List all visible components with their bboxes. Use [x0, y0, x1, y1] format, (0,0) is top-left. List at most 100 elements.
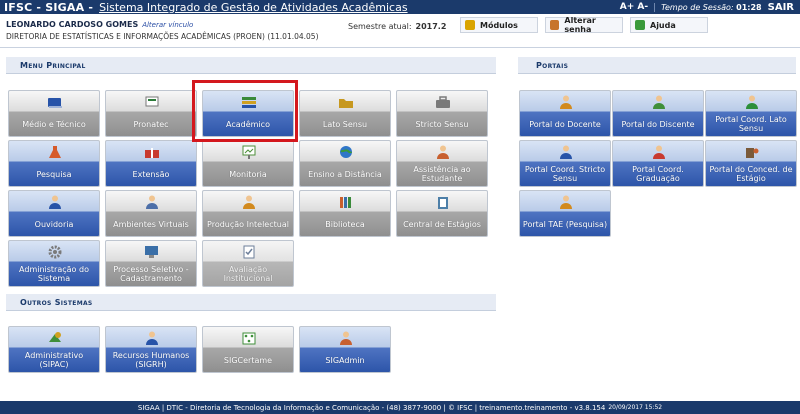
- tile-label: Pesquisa: [36, 169, 72, 179]
- briefcase-icon: [434, 94, 452, 110]
- certame-icon: [240, 330, 258, 346]
- tile-pronatec[interactable]: Pronatec: [105, 90, 197, 137]
- tile-extensao[interactable]: Extensão: [105, 140, 197, 187]
- tile-administracao-do-sistema[interactable]: Administração do Sistema: [8, 240, 100, 287]
- modules-icon: [465, 20, 475, 30]
- highlight-annotation: [192, 80, 298, 142]
- tile-ambientes-virtuais[interactable]: Ambientes Virtuais: [105, 190, 197, 237]
- change-password-button[interactable]: Alterar senha: [545, 16, 623, 34]
- tile-label: Ensino a Distância: [308, 169, 382, 179]
- student-icon: [434, 144, 452, 160]
- tile-label: Portal do Conced. de Estágio: [709, 165, 793, 183]
- tile-label: Biblioteca: [325, 219, 365, 229]
- company-icon: [743, 144, 761, 160]
- tile-label: SIGCertame: [223, 355, 273, 365]
- tile-label: Portal do Discente: [621, 119, 695, 129]
- tile-label: Avaliação Institucional: [223, 265, 273, 283]
- tile-portal-do-docente[interactable]: Portal do Docente: [519, 90, 611, 137]
- section-menu-principal: Menu Principal: [6, 57, 496, 74]
- tile-label: Médio e Técnico: [22, 119, 86, 129]
- system-subtitle[interactable]: Sistema Integrado de Gestão de Atividade…: [99, 1, 407, 14]
- user-unit: DIRETORIA DE ESTATÍSTICAS E INFORMAÇÕES …: [6, 32, 319, 41]
- tile-portal-coord-lato-sensu[interactable]: Portal Coord. Lato Sensu: [705, 90, 797, 137]
- tile-label: Assistência ao Estudante: [413, 165, 471, 183]
- logout-button[interactable]: SAIR: [768, 2, 794, 13]
- tile-label: Portal do Docente: [529, 119, 601, 129]
- form-check-icon: [240, 244, 258, 260]
- tile-label: Recursos Humanos (SIGRH): [112, 351, 190, 369]
- tile-portal-tae-pesquisa[interactable]: Portal TAE (Pesquisa): [519, 190, 611, 237]
- tile-monitoria[interactable]: Monitoria: [202, 140, 294, 187]
- tile-portal-coord-stricto-sensu[interactable]: Portal Coord. Stricto Sensu: [519, 140, 611, 187]
- footer: SIGAA | DTIC - Diretoria de Tecnologia d…: [0, 401, 800, 414]
- user-bar: LEONARDO CARDOSO GOMES Alterar vínculo DI…: [0, 14, 800, 48]
- tile-avaliacao-institucional[interactable]: Avaliação Institucional: [202, 240, 294, 287]
- book-icon: [46, 94, 64, 110]
- tile-label: Produção Intelectual: [207, 219, 289, 229]
- tile-portal-coord-graduacao[interactable]: Portal Coord. Graduação: [612, 140, 704, 187]
- tile-lato-sensu[interactable]: Lato Sensu: [299, 90, 391, 137]
- key-icon: [550, 20, 560, 30]
- tile-medio-e-tecnico[interactable]: Médio e Técnico: [8, 90, 100, 137]
- section-portais: Portais: [518, 57, 796, 74]
- tile-label: Central de Estágios: [403, 219, 481, 229]
- section-outros-sistemas: Outros Sistemas: [6, 294, 496, 311]
- tile-producao-intelectual[interactable]: Produção Intelectual: [202, 190, 294, 237]
- tile-label: Extensão: [132, 169, 170, 179]
- tile-label: Processo Seletivo - Cadastramento: [113, 265, 189, 283]
- tile-label: Portal Coord. Lato Sensu: [715, 115, 787, 133]
- tile-label: Portal Coord. Graduação: [632, 165, 684, 183]
- tile-label: Lato Sensu: [322, 119, 368, 129]
- tile-pesquisa[interactable]: Pesquisa: [8, 140, 100, 187]
- pronatec-logo-icon: [143, 94, 161, 110]
- tile-label: Portal Coord. Stricto Sensu: [524, 165, 606, 183]
- user-name: LEONARDO CARDOSO GOMES Alterar vínculo: [6, 20, 194, 29]
- presentation-icon: [240, 144, 258, 160]
- tile-stricto-sensu[interactable]: Stricto Sensu: [396, 90, 488, 137]
- tile-ouvidoria[interactable]: Ouvidoria: [8, 190, 100, 237]
- tile-sigcertame[interactable]: SIGCertame: [202, 326, 294, 373]
- coordinator-icon: [743, 94, 761, 110]
- writer-icon: [240, 194, 258, 210]
- computer-icon: [143, 244, 161, 260]
- tile-label: Administração do Sistema: [19, 265, 89, 283]
- tile-assistencia-ao-estudante[interactable]: Assistência ao Estudante: [396, 140, 488, 187]
- font-size-controls[interactable]: A+ A-: [620, 2, 648, 12]
- tile-label: Stricto Sensu: [415, 119, 469, 129]
- tile-processo-seletivo-cadastramento[interactable]: Processo Seletivo - Cadastramento: [105, 240, 197, 287]
- teacher-icon: [557, 94, 575, 110]
- user-icon: [46, 194, 64, 210]
- modules-button[interactable]: Módulos: [460, 17, 538, 33]
- tile-recursos-humanos-sigrh[interactable]: Recursos Humanos (SIGRH): [105, 326, 197, 373]
- tae-icon: [557, 194, 575, 210]
- help-icon: [635, 20, 645, 30]
- tile-ensino-a-distancia[interactable]: Ensino a Distância: [299, 140, 391, 187]
- globe-icon: [337, 144, 355, 160]
- tile-central-de-estagios[interactable]: Central de Estágios: [396, 190, 488, 237]
- tile-portal-do-conced-de-estagio[interactable]: Portal do Conced. de Estágio: [705, 140, 797, 187]
- change-link[interactable]: Alterar vínculo: [142, 21, 193, 29]
- tile-label: Pronatec: [133, 119, 169, 129]
- tile-portal-do-discente[interactable]: Portal do Discente: [612, 90, 704, 137]
- folder-icon: [337, 94, 355, 110]
- top-bar: IFSC - SIGAA - Sistema Integrado de Gest…: [0, 0, 800, 14]
- student-portal-icon: [650, 94, 668, 110]
- tile-label: Administrativo (SIPAC): [24, 351, 84, 369]
- hr-icon: [143, 330, 161, 346]
- tile-label: Ambientes Virtuais: [113, 219, 189, 229]
- coordinator-graduation-icon: [650, 144, 668, 160]
- tile-label: Ouvidoria: [34, 219, 74, 229]
- current-semester: Semestre atual: 2017.2: [348, 22, 447, 31]
- tile-label: Monitoria: [229, 169, 267, 179]
- flask-icon: [46, 144, 64, 160]
- tile-administrativo-sipac[interactable]: Administrativo (SIPAC): [8, 326, 100, 373]
- help-button[interactable]: Ajuda: [630, 17, 708, 33]
- tile-sigadmin[interactable]: SIGAdmin: [299, 326, 391, 373]
- gift-box-icon: [143, 144, 161, 160]
- tile-label: Portal TAE (Pesquisa): [522, 219, 608, 229]
- gear-icon: [46, 244, 64, 260]
- users-icon: [143, 194, 161, 210]
- tile-biblioteca[interactable]: Biblioteca: [299, 190, 391, 237]
- brand-title: IFSC - SIGAA -: [4, 0, 94, 14]
- tile-label: SIGAdmin: [325, 355, 365, 365]
